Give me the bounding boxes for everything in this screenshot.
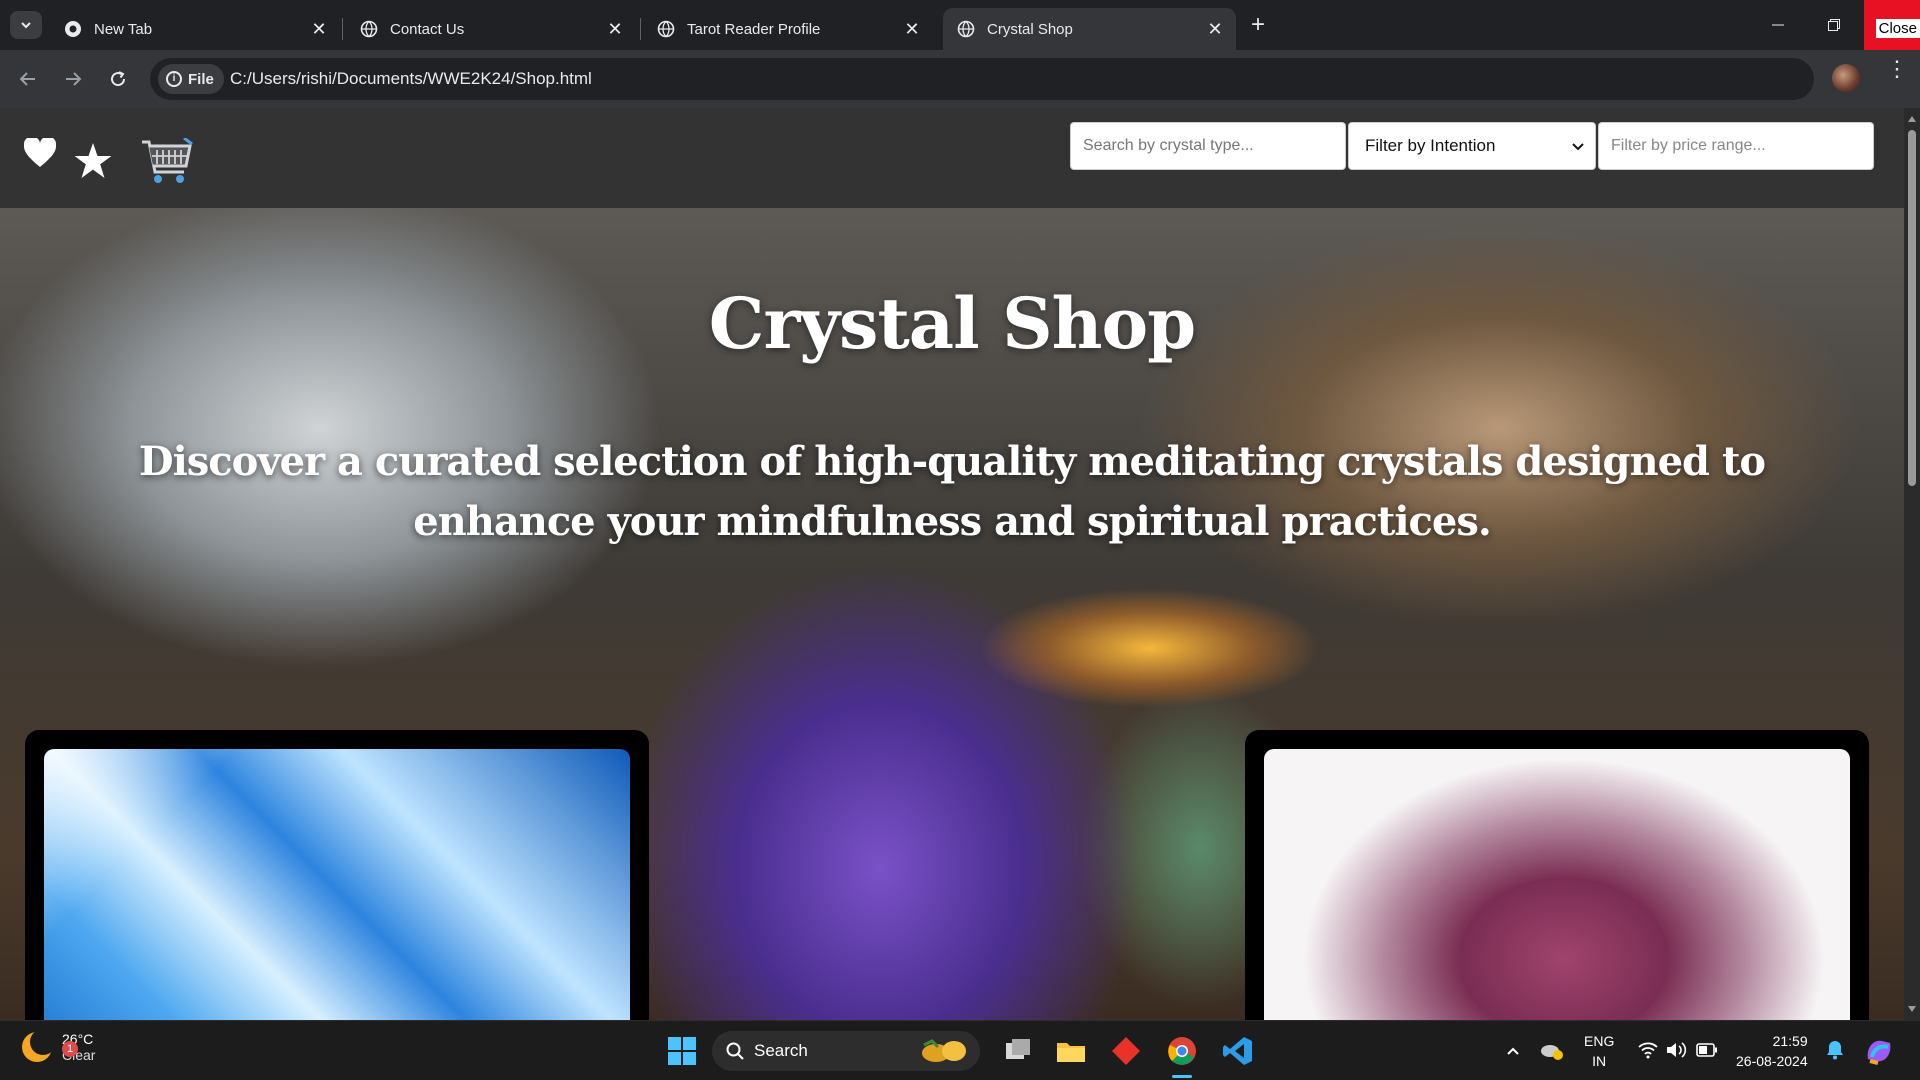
task-view-icon[interactable] (1002, 1035, 1034, 1067)
moon-icon (22, 1029, 56, 1062)
url-text[interactable]: C:/Users/rishi/Documents/WWE2K24/Shop.ht… (230, 69, 592, 89)
tab-tarot-reader-profile[interactable]: Tarot Reader Profile ✕ (643, 8, 933, 50)
product-card[interactable] (1245, 730, 1869, 1020)
profile-avatar[interactable] (1832, 64, 1860, 92)
vscode-icon[interactable] (1222, 1035, 1254, 1067)
close-tab-icon[interactable]: ✕ (901, 18, 923, 40)
lang-line1: ENG (1584, 1033, 1615, 1049)
clock-time: 21:59 (1772, 1033, 1808, 1049)
chevron-down-icon (1572, 143, 1584, 151)
info-icon: i (166, 71, 182, 87)
tab-separator (640, 18, 641, 40)
weather-badge: 1 (62, 1041, 78, 1057)
volume-icon[interactable] (1666, 1041, 1688, 1059)
close-tooltip: Close (1875, 19, 1920, 38)
tab-title: Crystal Shop (987, 20, 1073, 38)
globe-icon (957, 20, 975, 38)
new-tab-button[interactable]: + (1245, 13, 1271, 39)
price-range-input[interactable] (1598, 122, 1874, 170)
hero-banner: Crystal Shop Discover a curated selectio… (0, 208, 1904, 1020)
notification-bell-icon[interactable] (1826, 1040, 1844, 1060)
restore-icon (1828, 19, 1840, 31)
tab-contact-us[interactable]: Contact Us ✕ (346, 8, 636, 50)
heart-icon[interactable] (24, 138, 56, 168)
taskbar-clock[interactable]: 21:59 26-08-2024 (1736, 1031, 1808, 1071)
forward-button[interactable] (58, 64, 88, 94)
intention-select-value: Filter by Intention (1365, 136, 1496, 155)
onedrive-warning-icon[interactable] (1540, 1041, 1564, 1061)
tab-crystal-shop[interactable]: Crystal Shop ✕ (943, 8, 1236, 50)
tab-new-tab[interactable]: New Tab ✕ (50, 8, 340, 50)
weather-widget[interactable]: 1 26°C Clear (22, 1029, 95, 1063)
pink-crystal-image (1264, 749, 1850, 1020)
tab-title: New Tab (94, 20, 153, 38)
site-header: Filter by Intention (0, 108, 1904, 208)
scrollbar-thumb[interactable] (1908, 130, 1916, 486)
globe-icon (657, 20, 675, 38)
intention-filter-select[interactable]: Filter by Intention (1348, 122, 1596, 170)
clear-crystal-image (44, 749, 630, 1020)
site-info-chip[interactable]: i File (158, 64, 224, 94)
forward-arrow-icon (66, 72, 82, 86)
file-explorer-icon[interactable] (1055, 1035, 1087, 1067)
close-tab-icon[interactable]: ✕ (604, 18, 626, 40)
tab-title: Contact Us (390, 20, 465, 38)
browser-toolbar: i File C:/Users/rishi/Documents/WWE2K24/… (0, 50, 1920, 108)
minimize-icon (1772, 24, 1784, 26)
close-window-button[interactable]: Close (1864, 0, 1920, 50)
page-title: Crystal Shop (708, 282, 1196, 365)
search-icon (726, 1042, 744, 1060)
tray-chevron-up-icon[interactable] (1505, 1043, 1521, 1059)
reload-icon (111, 71, 126, 87)
clock-date: 26-08-2024 (1736, 1053, 1808, 1069)
hero-subtitle: Discover a curated selection of high-qua… (138, 438, 1766, 545)
page-viewport: Filter by Intention Crystal Shop Discove… (0, 108, 1904, 1020)
restore-button[interactable] (1806, 0, 1862, 50)
taskbar-search-label: Search (754, 1041, 808, 1060)
tab-title: Tarot Reader Profile (687, 20, 821, 38)
chrome-icon[interactable] (1166, 1035, 1198, 1067)
reload-button[interactable] (103, 64, 133, 94)
language-indicator[interactable]: ENG IN (1584, 1031, 1614, 1071)
cart-icon[interactable] (140, 138, 194, 186)
page-scrollbar[interactable] (1904, 108, 1920, 1020)
taskbar-search[interactable]: Search (712, 1031, 980, 1071)
minimize-button[interactable] (1750, 0, 1806, 50)
battery-icon[interactable] (1696, 1043, 1718, 1057)
wifi-icon[interactable] (1638, 1041, 1658, 1059)
chrome-icon (65, 21, 81, 37)
tab-search-button[interactable] (10, 11, 42, 39)
chevron-down-icon (21, 22, 31, 29)
search-highlight-icon (922, 1039, 966, 1062)
scroll-up-arrow[interactable] (1908, 116, 1916, 122)
windows-taskbar: 1 26°C Clear Search ENG IN 21:59 26-08-2… (0, 1020, 1920, 1080)
app-red-diamond-icon[interactable] (1110, 1035, 1142, 1067)
address-bar[interactable]: i File C:/Users/rishi/Documents/WWE2K24/… (150, 58, 1814, 100)
crystal-search-input[interactable] (1070, 122, 1346, 170)
browser-menu-icon[interactable]: ⋮ (1886, 58, 1908, 80)
star-icon[interactable] (74, 143, 112, 179)
close-tab-icon[interactable]: ✕ (1204, 18, 1226, 40)
tab-separator (342, 18, 343, 40)
lang-line2: IN (1592, 1053, 1607, 1069)
copilot-icon[interactable] (1864, 1037, 1894, 1065)
back-arrow-icon (19, 72, 35, 86)
tab-strip: New Tab ✕ Contact Us ✕ Tarot Reader Prof… (0, 0, 1920, 50)
windows-start-icon[interactable] (666, 1035, 698, 1067)
file-chip-label: File (188, 70, 214, 88)
active-app-indicator (1172, 1075, 1192, 1078)
product-card[interactable] (25, 730, 649, 1020)
close-tab-icon[interactable]: ✕ (308, 18, 330, 40)
scroll-down-arrow[interactable] (1908, 1006, 1916, 1012)
globe-icon (360, 20, 378, 38)
back-button[interactable] (13, 64, 43, 94)
